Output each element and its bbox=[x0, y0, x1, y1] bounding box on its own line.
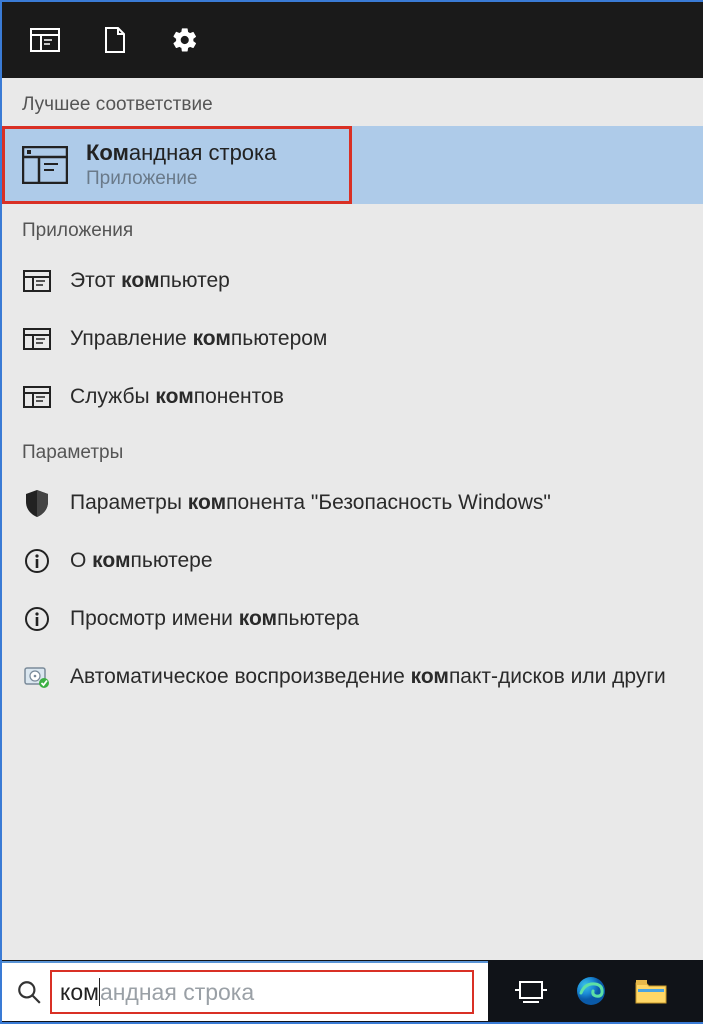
search-typed-text: ком bbox=[60, 979, 99, 1006]
info-icon bbox=[22, 604, 52, 634]
taskbar-tray bbox=[488, 974, 703, 1008]
settings-section-label: Параметры bbox=[2, 426, 703, 474]
best-match-title: Командная строка bbox=[86, 140, 276, 166]
taskbar-search[interactable]: командная строка bbox=[2, 961, 488, 1021]
settings-list: Параметры компонента "Безопасность Windo… bbox=[2, 474, 703, 706]
apps-filter-icon[interactable] bbox=[30, 25, 60, 55]
best-match-section-label: Лучшее соответствие bbox=[2, 78, 703, 126]
taskbar: командная строка bbox=[2, 960, 703, 1022]
edge-icon[interactable] bbox=[574, 974, 608, 1008]
settings-result-2[interactable]: Просмотр имени компьютера bbox=[2, 590, 703, 648]
apps-section-label: Приложения bbox=[2, 204, 703, 252]
window-icon bbox=[22, 266, 52, 296]
window-icon bbox=[22, 324, 52, 354]
search-ghost-text: андная строка bbox=[100, 979, 254, 1006]
start-search-panel: Лучшее соответствие Командная строка При… bbox=[0, 0, 703, 1024]
cmd-icon bbox=[22, 142, 68, 188]
documents-filter-icon[interactable] bbox=[100, 25, 130, 55]
settings-result-1[interactable]: О компьютере bbox=[2, 532, 703, 590]
app-result-0-label: Этот компьютер bbox=[70, 269, 230, 293]
best-match-text: Командная строка Приложение bbox=[86, 140, 276, 190]
settings-filter-icon[interactable] bbox=[170, 25, 200, 55]
settings-result-3[interactable]: Автоматическое воспроизведение компакт-д… bbox=[2, 648, 703, 706]
search-filter-bar bbox=[2, 2, 703, 78]
app-result-1[interactable]: Управление компьютером bbox=[2, 310, 703, 368]
best-match-subtitle: Приложение bbox=[86, 168, 276, 190]
app-result-2[interactable]: Службы компонентов bbox=[2, 368, 703, 426]
app-result-1-label: Управление компьютером bbox=[70, 327, 327, 351]
disc-icon bbox=[22, 662, 52, 692]
search-icon bbox=[16, 979, 42, 1005]
settings-result-0-label: Параметры компонента "Безопасность Windo… bbox=[70, 491, 551, 515]
app-result-0[interactable]: Этот компьютер bbox=[2, 252, 703, 310]
settings-result-2-label: Просмотр имени компьютера bbox=[70, 607, 359, 631]
file-explorer-icon[interactable] bbox=[634, 974, 668, 1008]
shield-icon bbox=[22, 488, 52, 518]
window-icon bbox=[22, 382, 52, 412]
settings-result-3-label: Автоматическое воспроизведение компакт-д… bbox=[70, 665, 666, 689]
search-results: Лучшее соответствие Командная строка При… bbox=[2, 78, 703, 960]
taskview-icon[interactable] bbox=[514, 974, 548, 1008]
settings-result-1-label: О компьютере bbox=[70, 549, 213, 573]
app-result-2-label: Службы компонентов bbox=[70, 385, 284, 409]
best-match-item[interactable]: Командная строка Приложение bbox=[2, 126, 703, 204]
info-icon bbox=[22, 546, 52, 576]
apps-list: Этот компьютер Управление компьютером Служ… bbox=[2, 252, 703, 426]
best-match-wrap: Командная строка Приложение bbox=[2, 126, 703, 204]
search-input[interactable]: командная строка bbox=[50, 970, 474, 1014]
settings-result-0[interactable]: Параметры компонента "Безопасность Windo… bbox=[2, 474, 703, 532]
